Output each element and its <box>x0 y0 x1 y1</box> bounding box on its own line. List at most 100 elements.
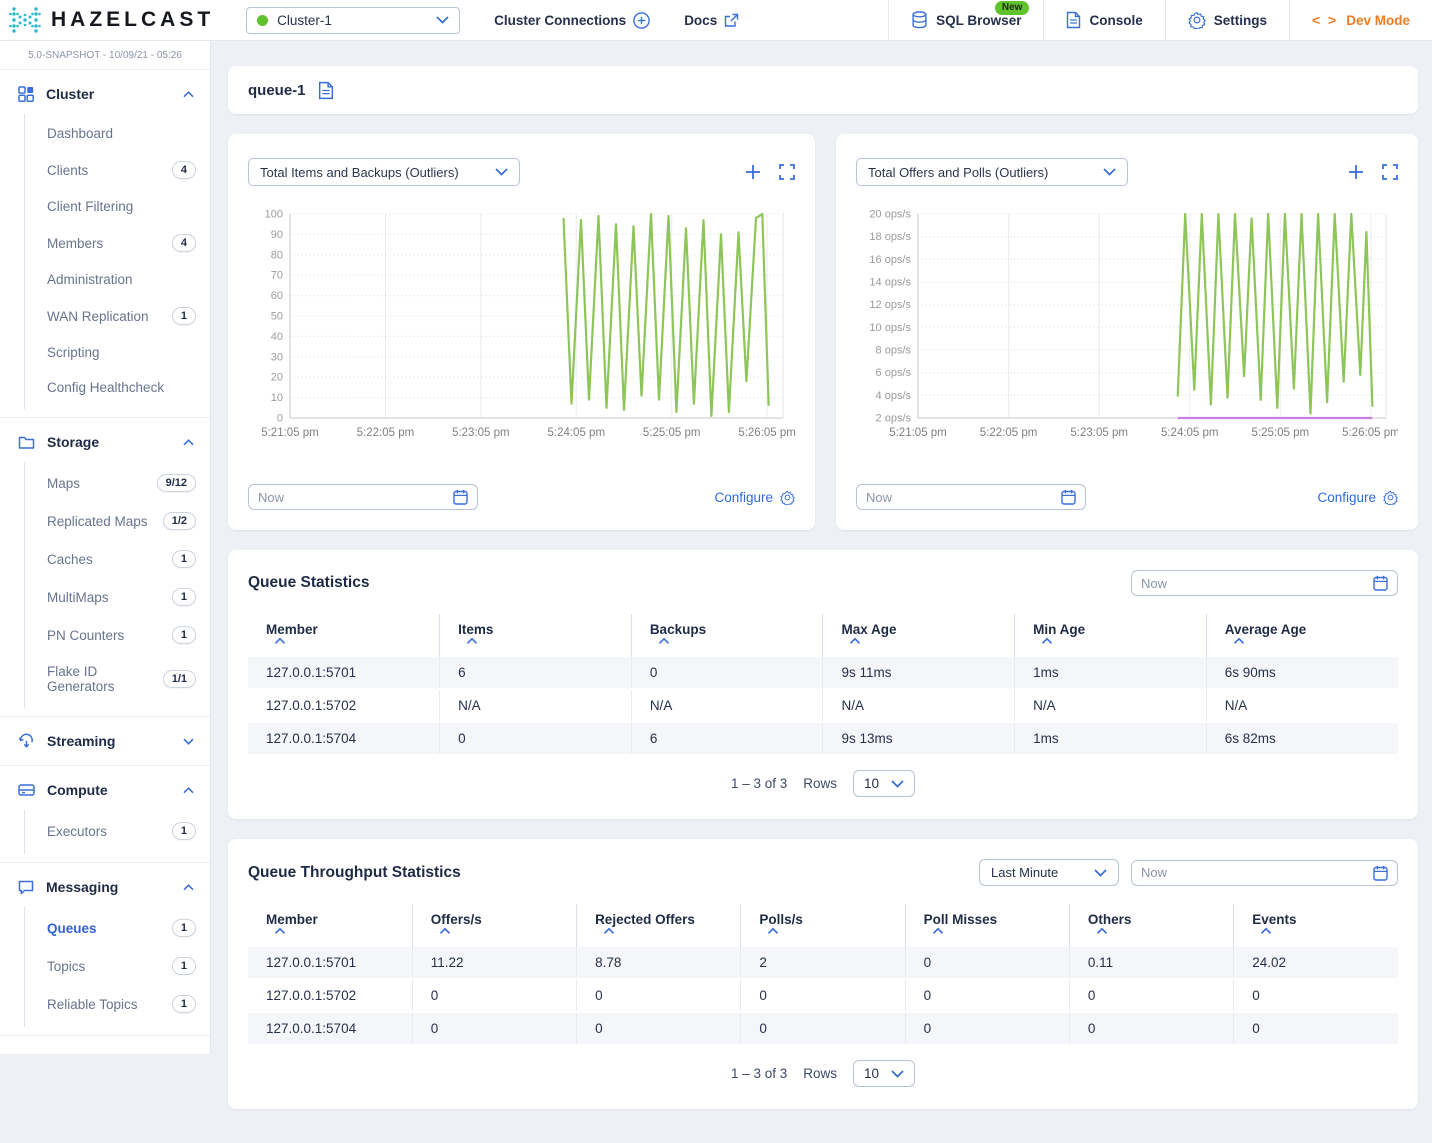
dev-mode-button[interactable]: < > Dev Mode <box>1289 0 1432 41</box>
period-filter-select[interactable]: Last Minute <box>979 859 1119 886</box>
time-picker-input[interactable] <box>866 490 1061 505</box>
table-cell: 24.02 <box>1234 947 1398 979</box>
sidebar-item-wan-replication[interactable]: WAN Replication1 <box>25 297 210 335</box>
sort-ascending-icon <box>841 637 1014 645</box>
cluster-select[interactable]: Cluster-1 <box>246 7 460 34</box>
sidebar-item-label: WAN Replication <box>47 309 172 324</box>
column-header-polls-s[interactable]: Polls/s <box>741 904 905 947</box>
sidebar-item-scripting[interactable]: Scripting <box>25 335 210 370</box>
add-chart-icon[interactable] <box>1348 164 1364 180</box>
count-badge: 1 <box>172 919 196 937</box>
fullscreen-icon[interactable] <box>779 164 795 180</box>
calendar-icon[interactable] <box>1373 575 1388 591</box>
table-cell: 11.22 <box>412 947 576 979</box>
cluster-connections-button[interactable]: Cluster Connections <box>494 12 650 29</box>
column-header-backups[interactable]: Backups <box>631 614 823 657</box>
chevron-up-icon <box>183 884 194 891</box>
count-badge: 1 <box>172 626 196 644</box>
sidebar-item-label: Scripting <box>47 345 196 360</box>
column-header-average-age[interactable]: Average Age <box>1206 614 1398 657</box>
queue-config-document-icon[interactable] <box>318 81 334 100</box>
column-header-offers-s[interactable]: Offers/s <box>412 904 576 947</box>
svg-text:20: 20 <box>271 372 283 384</box>
time-picker[interactable] <box>856 484 1086 510</box>
time-picker[interactable] <box>1131 570 1398 596</box>
sidebar-item-caches[interactable]: Caches1 <box>25 540 210 578</box>
column-header-label: Member <box>266 912 318 927</box>
metric-select[interactable]: Total Offers and Polls (Outliers) <box>856 158 1128 186</box>
page-header-card: queue-1 <box>228 66 1418 114</box>
sidebar-item-flake-id-generators[interactable]: Flake ID Generators1/1 <box>25 654 210 704</box>
time-picker-input[interactable] <box>1141 576 1373 591</box>
console-button[interactable]: Console <box>1043 0 1164 41</box>
calendar-icon[interactable] <box>1373 865 1388 881</box>
svg-text:5:23:05 pm: 5:23:05 pm <box>1070 427 1128 439</box>
time-picker-input[interactable] <box>1141 865 1373 880</box>
time-picker[interactable] <box>248 484 478 510</box>
gear-icon <box>1188 11 1206 29</box>
sidebar-item-multimaps[interactable]: MultiMaps1 <box>25 578 210 616</box>
rows-label: Rows <box>803 1066 837 1081</box>
add-chart-icon[interactable] <box>745 164 761 180</box>
sidebar-item-client-filtering[interactable]: Client Filtering <box>25 189 210 224</box>
sidebar-item-members[interactable]: Members4 <box>25 224 210 262</box>
count-badge: 1 <box>172 822 196 840</box>
sidebar-item-executors[interactable]: Executors1 <box>25 812 210 850</box>
configure-link[interactable]: Configure <box>714 490 795 505</box>
column-header-events[interactable]: Events <box>1234 904 1398 947</box>
sidebar-section-header-compute[interactable]: Compute <box>0 770 210 810</box>
sidebar-section-cluster: ClusterDashboardClients4Client Filtering… <box>0 70 210 418</box>
calendar-icon[interactable] <box>1061 489 1076 505</box>
sidebar-item-clients[interactable]: Clients4 <box>25 151 210 189</box>
queue-statistics-card: Queue Statistics MemberItemsBackupsMax A… <box>228 550 1418 819</box>
column-header-items[interactable]: Items <box>440 614 632 657</box>
configure-link[interactable]: Configure <box>1317 490 1398 505</box>
metric-select-value: Total Items and Backups (Outliers) <box>260 165 485 180</box>
table-cell: 6 <box>631 722 823 755</box>
calendar-icon[interactable] <box>453 489 468 505</box>
sort-ascending-icon <box>458 637 631 645</box>
docs-link[interactable]: Docs <box>684 13 739 28</box>
sidebar-item-label: Queues <box>47 921 172 936</box>
rows-per-page-select[interactable]: 10 <box>853 770 915 797</box>
column-header-label: Others <box>1088 912 1132 927</box>
count-badge: 1 <box>172 957 196 975</box>
column-header-rejected-offers[interactable]: Rejected Offers <box>577 904 741 947</box>
pagination: 1 – 3 of 3 Rows 10 <box>248 1046 1398 1095</box>
chevron-down-icon <box>436 16 449 24</box>
metric-select[interactable]: Total Items and Backups (Outliers) <box>248 158 520 186</box>
database-icon <box>911 11 928 29</box>
sidebar-item-queues[interactable]: Queues1 <box>25 909 210 947</box>
settings-button[interactable]: Settings <box>1165 0 1289 41</box>
sidebar-item-topics[interactable]: Topics1 <box>25 947 210 985</box>
time-picker-input[interactable] <box>258 490 453 505</box>
fullscreen-icon[interactable] <box>1382 164 1398 180</box>
sidebar-section-header-storage[interactable]: Storage <box>0 422 210 462</box>
sidebar-item-replicated-maps[interactable]: Replicated Maps1/2 <box>25 502 210 540</box>
column-header-label: Offers/s <box>431 912 482 927</box>
sidebar-item-administration[interactable]: Administration <box>25 262 210 297</box>
column-header-min-age[interactable]: Min Age <box>1015 614 1207 657</box>
queue-statistics-title: Queue Statistics <box>248 574 369 592</box>
column-header-member[interactable]: Member <box>248 614 440 657</box>
sidebar-item-maps[interactable]: Maps9/12 <box>25 464 210 502</box>
chevron-up-icon <box>183 91 194 98</box>
sidebar-section-header-streaming[interactable]: Streaming <box>0 721 210 761</box>
sidebar-item-config-healthcheck[interactable]: Config Healthcheck <box>25 370 210 405</box>
sidebar-section-header-cluster[interactable]: Cluster <box>0 74 210 114</box>
sidebar-item-label: Administration <box>47 272 196 287</box>
column-header-others[interactable]: Others <box>1069 904 1233 947</box>
sidebar-item-reliable-topics[interactable]: Reliable Topics1 <box>25 985 210 1023</box>
sidebar-section-label: Streaming <box>47 733 171 749</box>
rows-per-page-select[interactable]: 10 <box>853 1060 915 1087</box>
time-picker[interactable] <box>1131 860 1398 886</box>
sidebar-section-header-messaging[interactable]: Messaging <box>0 867 210 907</box>
sidebar-item-dashboard[interactable]: Dashboard <box>25 116 210 151</box>
column-header-member[interactable]: Member <box>248 904 412 947</box>
svg-text:5:24:05 pm: 5:24:05 pm <box>547 427 605 439</box>
column-header-max-age[interactable]: Max Age <box>823 614 1015 657</box>
chevron-down-icon <box>495 168 508 176</box>
column-header-poll-misses[interactable]: Poll Misses <box>905 904 1069 947</box>
sidebar-item-pn-counters[interactable]: PN Counters1 <box>25 616 210 654</box>
sql-browser-button[interactable]: New SQL Browser <box>888 0 1043 41</box>
